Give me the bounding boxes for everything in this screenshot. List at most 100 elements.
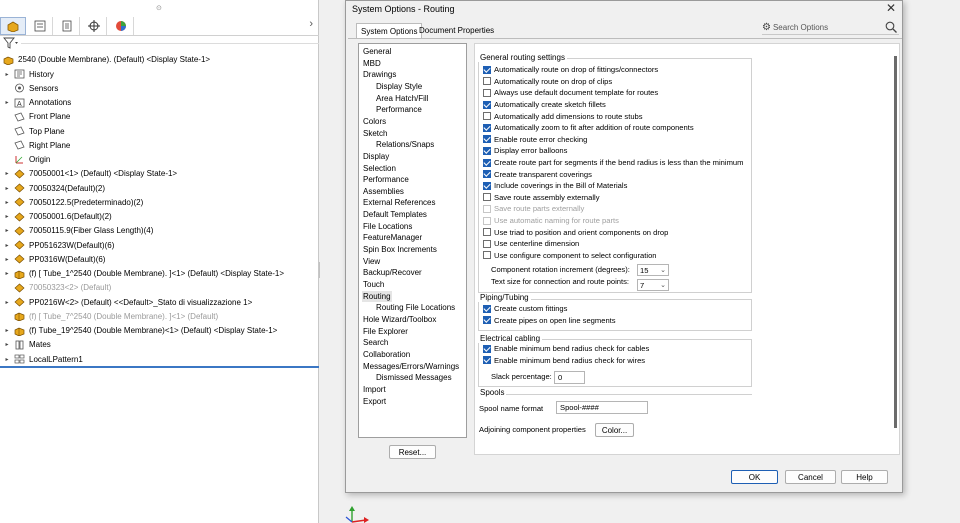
category-item[interactable]: Default Templates [362,209,428,221]
cancel-button[interactable]: Cancel [785,470,836,484]
option-checkbox[interactable] [483,77,491,86]
option-row[interactable]: Create pipes on open line segments [483,315,616,327]
rotation-increment-combo[interactable]: 15 ⌄ [637,264,669,276]
expand-arrow-icon[interactable]: ▸ [3,227,11,234]
option-row[interactable]: Enable minimum bend radius check for wir… [483,355,645,367]
option-checkbox[interactable] [483,158,491,167]
category-item[interactable]: Area Hatch/Fill [375,93,429,105]
search-input[interactable] [772,22,873,32]
tree-root[interactable]: 2540 (Double Membrane). (Default) <Displ… [0,53,319,66]
expand-arrow-icon[interactable]: ▸ [3,327,11,334]
option-checkbox[interactable] [483,239,491,248]
filter-icon[interactable] [3,37,19,49]
option-checkbox[interactable] [483,356,491,365]
ok-button[interactable]: OK [731,470,778,484]
configuration-manager-tab[interactable] [54,17,80,35]
expand-arrow-icon[interactable]: ▸ [3,341,11,348]
category-item[interactable]: Drawings [362,69,397,81]
option-row[interactable]: Always use default document template for… [483,87,658,99]
tree-item[interactable]: Sensors [0,82,319,95]
option-row[interactable]: Display error balloons [483,145,567,157]
option-row[interactable]: Create transparent coverings [483,168,592,180]
help-button[interactable]: Help [841,470,888,484]
option-checkbox[interactable] [483,112,491,121]
tree-item[interactable]: ▸ PP051623W(Default)(6) [0,239,319,252]
tree-item[interactable]: ▸ History [0,68,319,81]
option-checkbox[interactable] [483,170,491,179]
option-row[interactable]: Use triad to position and orient compone… [483,226,668,238]
option-row[interactable]: Automatically route on drop of clips [483,76,612,88]
expand-arrow-icon[interactable]: ▸ [3,170,11,177]
option-checkbox[interactable] [483,228,491,237]
tree-item[interactable]: ▸ A Annotations [0,96,319,109]
chevron-right-icon[interactable]: › [309,18,313,30]
category-item[interactable]: MBD [362,58,382,70]
option-checkbox[interactable] [483,123,491,132]
reset-button[interactable]: Reset... [389,445,436,459]
option-checkbox[interactable] [483,304,491,313]
category-item[interactable]: Search [362,337,389,349]
option-checkbox[interactable] [483,193,491,202]
category-item[interactable]: Relations/Snaps [375,139,435,151]
option-row[interactable]: Enable minimum bend radius check for cab… [483,343,649,355]
option-row[interactable]: Include coverings in the Bill of Materia… [483,180,627,192]
category-item[interactable]: Spin Box Increments [362,244,438,256]
expand-arrow-icon[interactable]: ▸ [3,213,11,220]
tree-item[interactable]: ▸ 70050115.9(Fiber Glass Length)(4) [0,224,319,237]
expand-arrow-icon[interactable]: ▸ [3,299,11,306]
display-manager-tab[interactable] [108,17,134,35]
category-item[interactable]: General [362,46,392,58]
tab-system-options[interactable]: System Options [356,23,423,38]
option-row[interactable]: Automatically zoom to fit after addition… [483,122,694,134]
option-row[interactable]: Enable route error checking [483,134,587,146]
option-row[interactable]: Use centerline dimension [483,238,579,250]
search-icon[interactable] [885,21,897,33]
settings-scrollbar[interactable] [894,56,897,428]
expand-arrow-icon[interactable]: ▸ [3,270,11,277]
expand-arrow-icon[interactable]: ▸ [3,256,11,263]
slack-percentage-input[interactable]: 0 [554,371,585,384]
expand-arrow-icon[interactable]: ▸ [3,356,11,363]
option-row[interactable]: Automatically route on drop of fittings/… [483,64,658,76]
expand-arrow-icon[interactable]: ▸ [3,99,11,106]
option-checkbox[interactable] [483,65,491,74]
option-row[interactable]: Create route part for segments if the be… [483,157,743,169]
dimxpert-manager-tab[interactable] [81,17,107,35]
option-checkbox[interactable] [483,100,491,109]
category-item[interactable]: Collaboration [362,349,411,361]
panel-grip-icon[interactable]: ⊙ [156,4,162,12]
tree-item[interactable]: ▸ PP0316W(Default)(6) [0,253,319,266]
gear-icon[interactable]: ⚙ [762,22,771,33]
category-item[interactable]: Hole Wizard/Toolbox [362,314,437,326]
option-row[interactable]: Use configure component to select config… [483,250,657,262]
text-size-combo[interactable]: 7 ⌄ [637,279,669,291]
feature-manager-tab[interactable] [0,17,26,35]
expand-arrow-icon[interactable]: ▸ [3,185,11,192]
tree-item[interactable]: ▸ 70050122.5(Predeterminado)(2) [0,196,319,209]
option-checkbox[interactable] [483,316,491,325]
option-row[interactable]: Automatically add dimensions to route st… [483,110,643,122]
tree-item[interactable]: ▸ LocalLPattern1 [0,353,319,366]
close-icon[interactable]: ✕ [886,1,896,15]
category-item[interactable]: Messages/Errors/Warnings [362,361,460,373]
category-item[interactable]: File Locations [362,221,413,233]
category-item[interactable]: View [362,256,381,268]
category-item[interactable]: External References [362,197,436,209]
tree-item[interactable]: ▸ 70050001.6(Default)(2) [0,210,319,223]
option-row[interactable]: Create custom fittings [483,303,567,315]
property-manager-tab[interactable] [27,17,53,35]
category-item[interactable]: Touch [362,279,385,291]
option-checkbox[interactable] [483,181,491,190]
category-item[interactable]: Backup/Recover [362,267,423,279]
tree-item[interactable]: ▸ PP0216W<2> (Default) <<Default>_Stato d… [0,296,319,309]
option-checkbox[interactable] [483,344,491,353]
tree-item[interactable]: 70050323<2> (Default) [0,281,319,294]
category-item[interactable]: Dismissed Messages [375,372,453,384]
category-item[interactable]: Colors [362,116,387,128]
option-checkbox[interactable] [483,135,491,144]
option-checkbox[interactable] [483,88,491,97]
tree-item[interactable]: Right Plane [0,139,319,152]
expand-arrow-icon[interactable]: ▸ [3,242,11,249]
option-row[interactable]: Automatically create sketch fillets [483,99,606,111]
category-item[interactable]: Display [362,151,390,163]
